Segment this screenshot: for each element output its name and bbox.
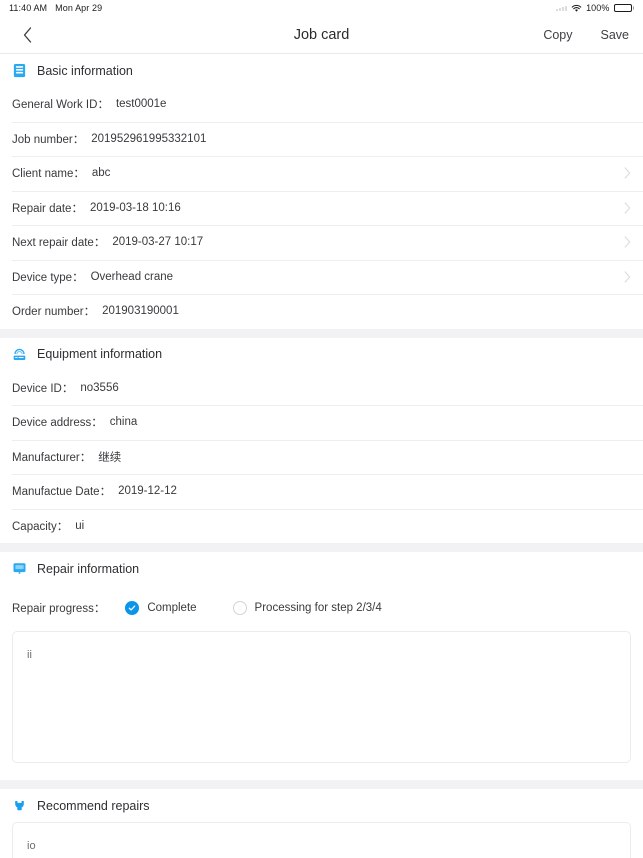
recommend-notes-wrapper bbox=[0, 822, 643, 858]
status-date: Mon Apr 29 bbox=[55, 3, 103, 13]
repair-notes-wrapper bbox=[0, 631, 643, 780]
section-header-recommend: Recommend repairs bbox=[0, 789, 643, 822]
row-value: ui bbox=[75, 519, 85, 532]
row-value: 201952961995332101 bbox=[91, 132, 207, 145]
chevron-right-icon bbox=[624, 202, 631, 214]
section-title-recommend: Recommend repairs bbox=[37, 798, 150, 813]
row-value: test0001e bbox=[115, 98, 167, 111]
row-label: Capacity bbox=[12, 518, 68, 534]
row-value: 201903190001 bbox=[102, 305, 179, 318]
navigation-bar: Job card Copy Save bbox=[0, 16, 643, 54]
row-label: Job number bbox=[12, 131, 84, 147]
document-lines-icon bbox=[13, 63, 26, 78]
status-time: 11:40 AM bbox=[9, 3, 48, 13]
radio-unchecked-icon bbox=[232, 601, 247, 615]
table-row-device-type[interactable]: Device type Overhead crane bbox=[0, 259, 643, 295]
nav-actions: Copy Save bbox=[543, 28, 629, 42]
back-button[interactable] bbox=[14, 22, 40, 48]
status-bar-right: 100% bbox=[556, 3, 634, 13]
table-row-next-repair-date[interactable]: Next repair date 2019-03-27 10:17 bbox=[0, 225, 643, 260]
row-label: General Work ID bbox=[12, 96, 109, 112]
row-value: Overhead crane bbox=[90, 270, 174, 283]
row-label: Device type bbox=[12, 269, 84, 285]
chevron-left-icon bbox=[23, 26, 31, 43]
row-label: Manufactue Date bbox=[12, 483, 111, 499]
machine-icon bbox=[13, 348, 26, 360]
check-icon bbox=[129, 605, 136, 611]
table-row: Manufacturer 继续 bbox=[0, 439, 643, 475]
row-value: 继续 bbox=[98, 451, 122, 464]
chevron-right-icon bbox=[624, 167, 631, 179]
app-screen: 11:40 AM Mon Apr 29 100% Job card Copy S… bbox=[0, 0, 643, 858]
table-row: Device address china bbox=[0, 405, 643, 440]
table-row-client-name[interactable]: Client name abc bbox=[0, 156, 643, 191]
row-value: china bbox=[109, 416, 138, 429]
save-button[interactable]: Save bbox=[601, 28, 630, 42]
status-bar-left: 11:40 AM Mon Apr 29 bbox=[9, 3, 102, 13]
status-bar: 11:40 AM Mon Apr 29 100% bbox=[0, 0, 643, 16]
section-header-repair: Repair information bbox=[0, 552, 643, 585]
row-label: Device address bbox=[12, 414, 103, 430]
row-label: Device ID bbox=[12, 380, 73, 396]
recommend-notes-textarea[interactable] bbox=[12, 822, 631, 858]
table-row: Capacity ui bbox=[0, 508, 643, 544]
radio-label: Processing for step 2/3/4 bbox=[254, 602, 382, 614]
form-content[interactable]: Basic information General Work ID test00… bbox=[0, 54, 643, 858]
chevron-right-icon bbox=[624, 236, 631, 248]
chevron-right-icon bbox=[624, 271, 631, 283]
table-row: Job number 201952961995332101 bbox=[0, 121, 643, 157]
row-value: 2019-12-12 bbox=[118, 485, 177, 498]
row-label: Repair date bbox=[12, 200, 83, 216]
section-repair-information: Repair information Repair progress Compl… bbox=[0, 552, 643, 780]
signal-dots-icon bbox=[556, 5, 568, 11]
rows-equipment: Device ID no3556 Device address china Ma… bbox=[0, 371, 643, 544]
section-equipment-information: Equipment information Device ID no3556 D… bbox=[0, 337, 643, 544]
section-divider bbox=[0, 543, 643, 552]
section-basic-information: Basic information General Work ID test00… bbox=[0, 54, 643, 329]
row-label: Next repair date bbox=[12, 234, 105, 250]
radio-option-processing[interactable]: Processing for step 2/3/4 bbox=[232, 601, 382, 615]
section-header-equipment: Equipment information bbox=[0, 338, 643, 371]
table-row: Order number 201903190001 bbox=[0, 294, 643, 329]
section-title-basic: Basic information bbox=[37, 63, 133, 78]
section-divider bbox=[0, 328, 643, 338]
row-label: Order number bbox=[12, 303, 95, 319]
section-recommend-repairs: Recommend repairs bbox=[0, 789, 643, 858]
battery-full-icon bbox=[613, 4, 634, 12]
row-value: no3556 bbox=[80, 381, 119, 394]
section-title-equipment: Equipment information bbox=[37, 347, 163, 361]
table-row-repair-date[interactable]: Repair date 2019-03-18 10:16 bbox=[0, 190, 643, 226]
table-row: Manufactue Date 2019-12-12 bbox=[0, 474, 643, 509]
radio-checked-icon bbox=[125, 601, 140, 615]
repair-notes-textarea[interactable] bbox=[12, 631, 631, 763]
section-divider bbox=[0, 780, 643, 789]
crown-tool-icon bbox=[15, 801, 24, 811]
row-label: Client name bbox=[12, 165, 85, 181]
battery-percent: 100% bbox=[586, 3, 610, 13]
section-header-basic: Basic information bbox=[0, 54, 643, 87]
monitor-icon bbox=[13, 563, 26, 574]
repair-progress-row: Repair progress Complete Processing for … bbox=[0, 585, 643, 631]
row-value: abc bbox=[91, 167, 111, 180]
row-label: Manufacturer bbox=[12, 449, 91, 465]
radio-option-complete[interactable]: Complete bbox=[125, 601, 197, 615]
repair-progress-radio-group: Complete Processing for step 2/3/4 bbox=[125, 601, 382, 615]
copy-button[interactable]: Copy bbox=[543, 28, 572, 42]
wifi-icon bbox=[571, 4, 582, 12]
row-value: 2019-03-27 10:17 bbox=[112, 236, 204, 249]
repair-progress-label: Repair progress bbox=[12, 600, 105, 616]
section-title-repair: Repair information bbox=[37, 561, 140, 576]
table-row: Device ID no3556 bbox=[0, 371, 643, 406]
radio-label: Complete bbox=[147, 602, 197, 614]
rows-basic: General Work ID test0001e Job number 201… bbox=[0, 87, 643, 329]
table-row: General Work ID test0001e bbox=[0, 87, 643, 122]
row-value: 2019-03-18 10:16 bbox=[89, 201, 181, 214]
